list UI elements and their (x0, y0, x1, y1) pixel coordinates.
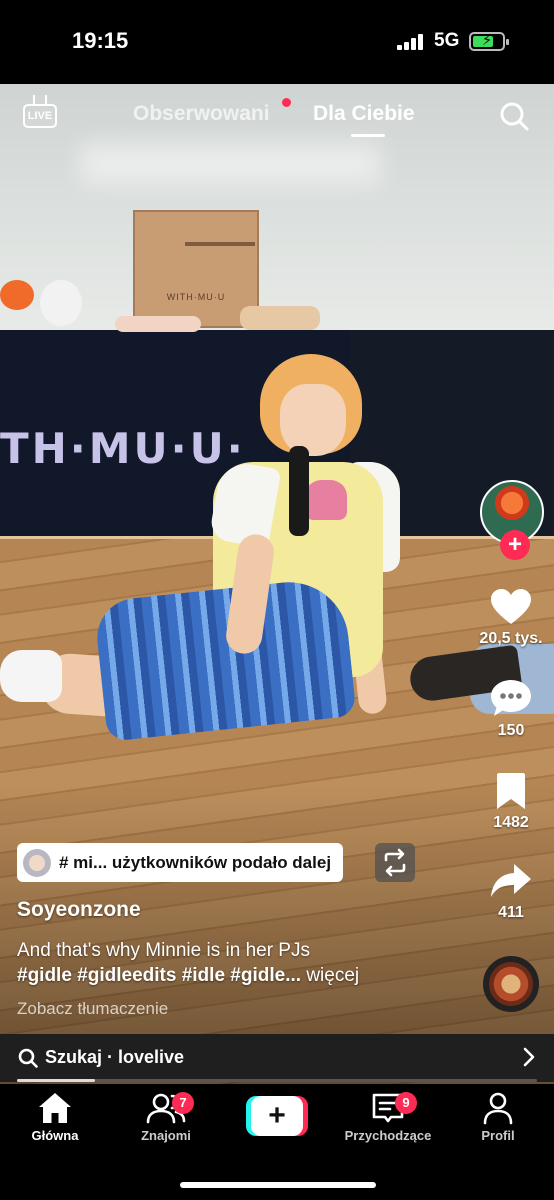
music-disc-icon[interactable] (483, 956, 539, 1012)
video-progress-fill (17, 1079, 95, 1082)
heart-icon (491, 589, 531, 624)
video-player[interactable]: WITH·MU·U TH·MU·U· (0, 84, 554, 1084)
share-count: 411 (498, 904, 524, 921)
video-plush-tan (240, 306, 320, 330)
caption-text: And that's why Minnie is in her PJs (17, 940, 310, 961)
reposter-avatar (23, 848, 51, 877)
battery-icon: ⚡ (469, 32, 509, 51)
follow-plus-button[interactable]: + (500, 530, 530, 560)
see-translation-link[interactable]: Zobacz tłumaczenie (17, 999, 168, 1019)
repost-info-pill[interactable]: # mi... użytkowników podało dalej (17, 843, 344, 882)
share-arrow-icon (491, 864, 531, 897)
search-suggestion-text: Szukaj · lovelive (45, 1047, 185, 1067)
nav-home[interactable]: Główna (0, 1090, 110, 1143)
nav-profile[interactable]: Profil (443, 1090, 553, 1143)
nav-friends-label: Znajomi (141, 1128, 191, 1143)
video-plaid-skirt (93, 576, 357, 742)
video-face (280, 384, 346, 456)
caption-more-link[interactable]: więcej (306, 965, 359, 986)
nav-inbox-label: Przychodzące (344, 1128, 432, 1143)
comment-count: 150 (497, 722, 525, 739)
bookmark-button[interactable]: 1482 (476, 772, 546, 832)
nav-friends[interactable]: Znajomi 7 (111, 1090, 221, 1143)
chevron-right-icon (523, 1047, 535, 1067)
tab-for-you[interactable]: Dla Ciebie (313, 102, 415, 126)
repost-button[interactable] (375, 843, 415, 882)
profile-icon (483, 1092, 513, 1125)
home-icon (39, 1093, 71, 1123)
repost-text: # mi... użytkowników podało dalej (59, 852, 332, 872)
active-tab-indicator (351, 134, 385, 137)
inbox-badge: 9 (395, 1092, 417, 1114)
signal-icon (397, 34, 427, 50)
creator-username[interactable]: Soyeonzone (17, 898, 141, 922)
nav-inbox[interactable]: Przychodzące 9 (333, 1090, 443, 1143)
video-pink-bow (305, 480, 347, 520)
video-cloth-pink (115, 316, 201, 332)
video-plush-white (40, 280, 82, 326)
top-nav: LIVE Obserwowani Dla Ciebie (0, 94, 554, 138)
live-icon[interactable]: LIVE (23, 95, 57, 128)
search-icon[interactable] (498, 100, 530, 132)
home-indicator[interactable] (180, 1182, 376, 1188)
following-notification-dot (282, 98, 291, 107)
share-button[interactable]: 411 (476, 862, 546, 922)
video-sneaker (0, 650, 62, 702)
search-suggestion-bar[interactable]: Szukaj · lovelive (0, 1034, 554, 1082)
nav-home-label: Główna (31, 1128, 79, 1143)
network-type: 5G (434, 30, 460, 51)
nav-profile-label: Profil (481, 1128, 515, 1143)
video-banner-text: TH·MU·U· (0, 424, 246, 473)
comment-button[interactable]: 150 (476, 678, 546, 740)
caption-hashtags[interactable]: #gidle #gidleedits #idle #gidle... (17, 965, 301, 986)
bookmark-icon (497, 773, 525, 809)
live-label: LIVE (23, 104, 57, 128)
comment-icon (491, 680, 531, 716)
bookmark-count: 1482 (493, 814, 529, 831)
creator-avatar[interactable]: + (480, 480, 544, 560)
friends-badge: 7 (172, 1092, 194, 1114)
status-time: 19:15 (72, 28, 129, 53)
search-icon (18, 1048, 38, 1068)
create-plus-icon: + (251, 1096, 303, 1136)
create-button[interactable]: + (246, 1096, 308, 1136)
post-caption: And that's why Minnie is in her PJs #gid… (17, 938, 467, 988)
video-box-label: WITH·MU·U (166, 292, 226, 302)
like-button[interactable]: 20,5 tys. (476, 588, 546, 648)
video-cardboard-box: WITH·MU·U (133, 210, 259, 328)
status-bar: 19:15 5G ⚡ (0, 0, 554, 84)
video-progress-bar[interactable] (17, 1079, 537, 1082)
tab-following[interactable]: Obserwowani (133, 102, 270, 126)
charging-bolt-icon: ⚡ (481, 32, 493, 49)
repost-icon (384, 848, 406, 877)
like-count: 20,5 tys. (479, 630, 543, 647)
video-plush-orange (0, 280, 34, 310)
video-microphone (289, 446, 309, 536)
